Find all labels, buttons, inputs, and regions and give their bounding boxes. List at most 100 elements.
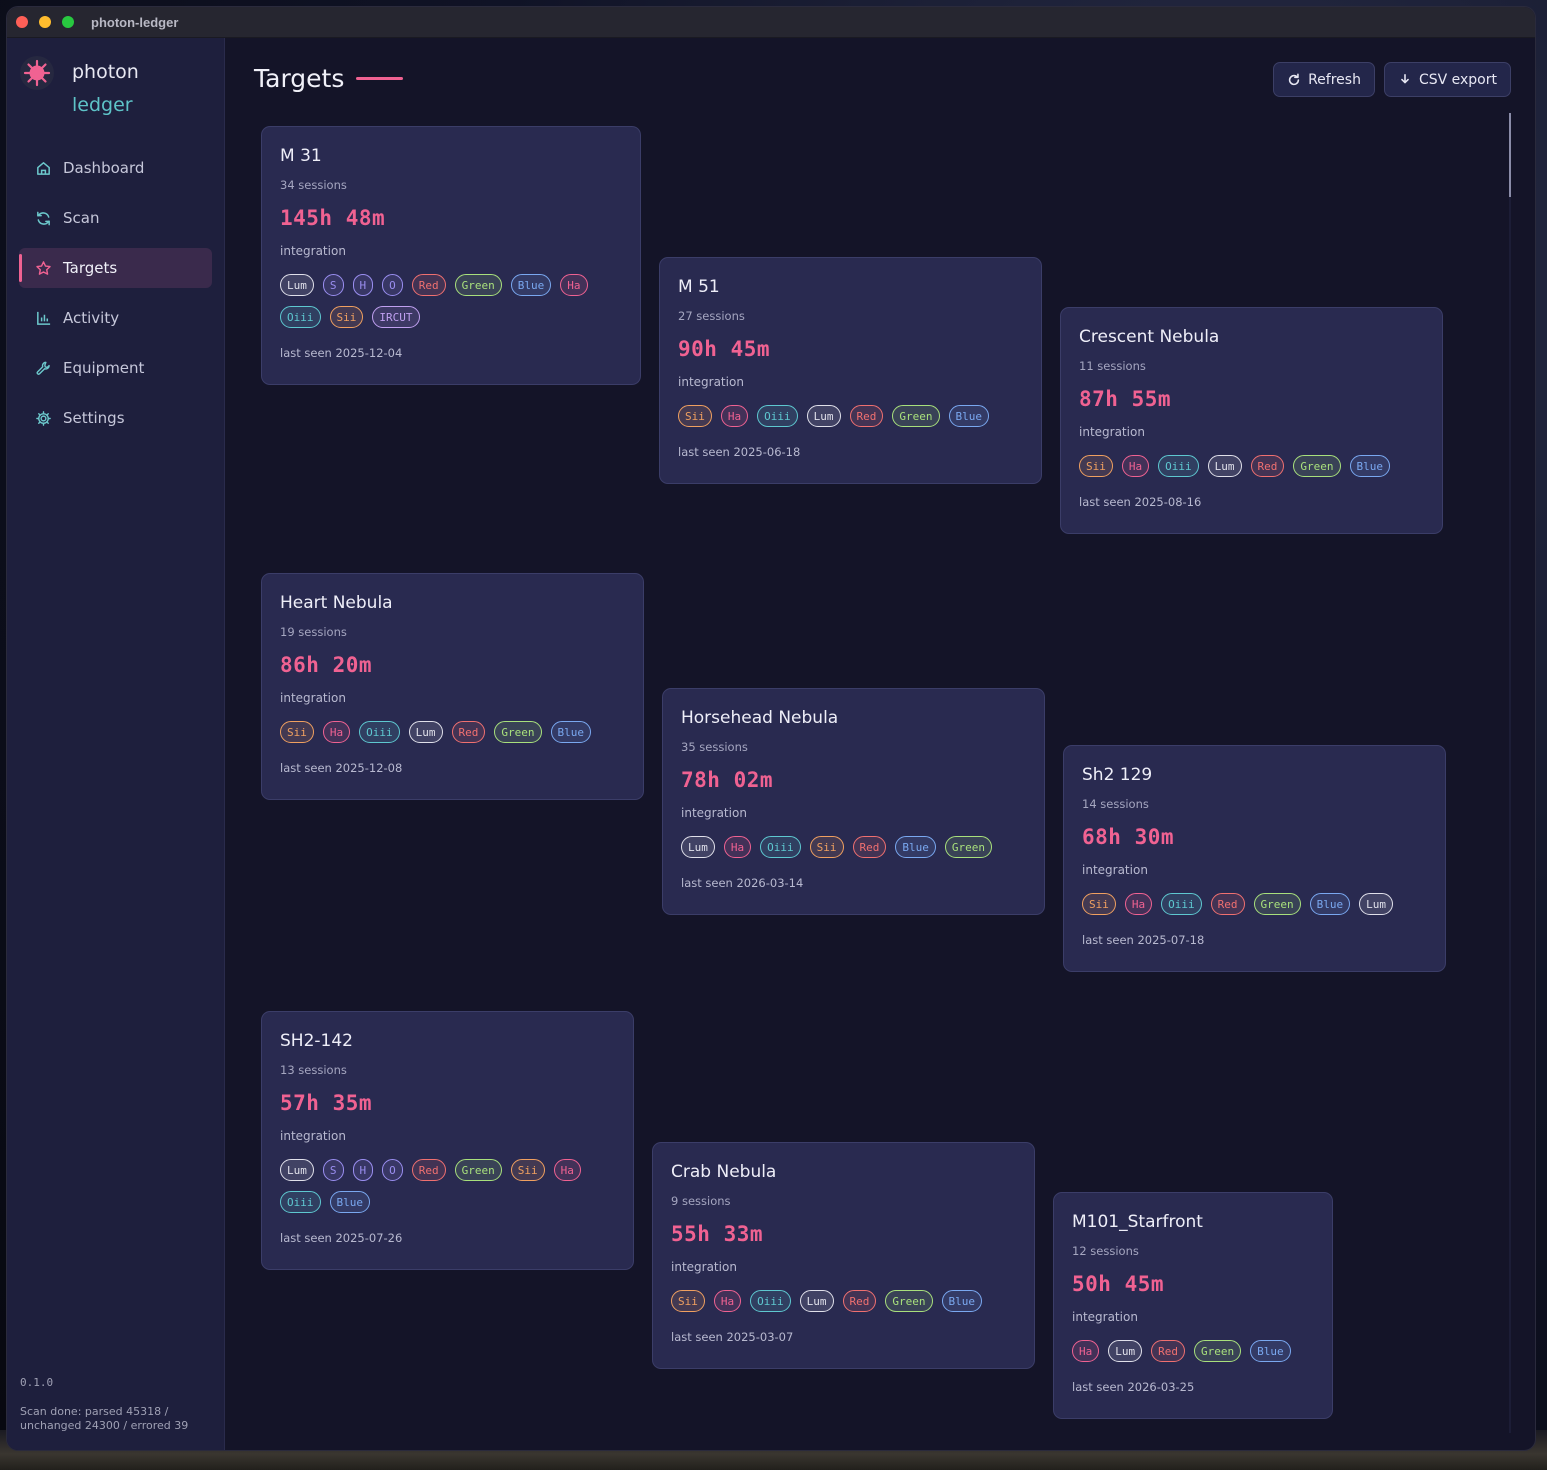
refresh-icon [37, 211, 50, 225]
target-name: Crescent Nebula [1079, 327, 1220, 347]
target-name: Horsehead Nebula [681, 708, 839, 728]
sidebar: photon ledger Dashboard Scan Targets Activi… [7, 38, 225, 1450]
session-count: 34 sessions [280, 178, 347, 192]
integration-label: integration [1072, 1310, 1138, 1324]
csv-export-button[interactable]: CSV export [1383, 62, 1511, 97]
filter-badge: Blue [1309, 893, 1351, 915]
session-count: 11 sessions [1079, 359, 1146, 373]
target-name: M101_Starfront [1072, 1212, 1203, 1232]
filter-badge: Green [494, 721, 542, 743]
filter-list: Lum S H O Red Green Blue Ha Oiii Sii IRCUT [280, 274, 622, 328]
filter-list: Lum Ha Oiii Sii Red Blue Green [681, 836, 1026, 858]
sidebar-item-label: Dashboard [63, 159, 145, 177]
integration-time: 86h 20m [280, 653, 373, 677]
session-count: 35 sessions [681, 740, 748, 754]
filter-badge: O [382, 1159, 403, 1181]
target-name: SH2-142 [280, 1031, 353, 1051]
sidebar-item-settings[interactable]: Settings [19, 398, 212, 438]
filter-badge: Red [411, 274, 446, 296]
filter-badge: Sii [809, 836, 844, 858]
last-seen: last seen 2025-03-07 [671, 1330, 794, 1344]
last-seen: last seen 2025-07-18 [1082, 933, 1205, 947]
filter-badge: Oiii [757, 405, 798, 427]
sidebar-item-dashboard[interactable]: Dashboard [19, 148, 212, 188]
scrollbar-thumb[interactable] [1509, 113, 1511, 197]
filter-badge: Lum [799, 1290, 834, 1312]
last-seen: last seen 2025-12-04 [280, 346, 403, 360]
target-card[interactable]: SH2-142 13 sessions 57h 35m integration Lum S… [261, 1011, 634, 1270]
home-icon [37, 161, 50, 175]
integration-label: integration [678, 375, 744, 389]
filter-badge: Blue [550, 721, 591, 743]
session-count: 12 sessions [1072, 1244, 1139, 1258]
integration-label: integration [280, 244, 346, 258]
target-card[interactable]: Heart Nebula 19 sessions 86h 20m integratio… [261, 573, 644, 800]
scrollbar[interactable] [1509, 113, 1511, 1433]
filter-badge: Ha [553, 1159, 581, 1181]
filter-badge: Oiii [750, 1290, 791, 1312]
zoom-window-button[interactable] [62, 16, 74, 28]
target-name: Heart Nebula [280, 593, 393, 613]
sidebar-item-equipment[interactable]: Equipment [19, 348, 212, 388]
filter-badge: H [352, 274, 374, 296]
filter-badge: Blue [329, 1191, 370, 1213]
refresh-icon [1288, 73, 1300, 85]
filter-badge: Red [411, 1159, 446, 1181]
filter-list: Sii Ha Oiii Lum Red Green Blue [1079, 455, 1424, 477]
integration-time: 50h 45m [1072, 1272, 1165, 1296]
gear-icon [36, 410, 51, 426]
filter-badge: Oiii [1161, 893, 1202, 915]
integration-time: 78h 02m [681, 768, 774, 792]
filter-badge: Sii [510, 1159, 545, 1181]
title-bar: photon-ledger [7, 7, 1535, 38]
filter-badge: Sii [678, 405, 712, 427]
filter-badge: Ha [1124, 893, 1153, 915]
sidebar-item-scan[interactable]: Scan [19, 198, 212, 238]
filter-badge: Green [944, 836, 992, 858]
sidebar-item-activity[interactable]: Activity [19, 298, 212, 338]
filter-badge: Lum [280, 1159, 314, 1181]
minimize-window-button[interactable] [39, 16, 51, 28]
filter-badge: Lum [408, 721, 443, 743]
filter-badge: H [352, 1159, 374, 1181]
sidebar-item-targets[interactable]: Targets [19, 248, 212, 288]
filter-badge: Sii [329, 306, 364, 328]
csv-export-label: CSV export [1418, 71, 1497, 88]
filter-list: Sii Ha Oiii Lum Red Green Blue [678, 405, 1023, 427]
integration-time: 68h 30m [1082, 825, 1175, 849]
target-card[interactable]: M 51 27 sessions 90h 45m integration Sii Ha Oi… [659, 257, 1042, 484]
session-count: 14 sessions [1082, 797, 1149, 811]
brand-name: photon [72, 61, 139, 83]
target-card[interactable]: Horsehead Nebula 35 sessions 78h 02m integr… [662, 688, 1045, 915]
sidebar-item-label: Settings [63, 409, 125, 427]
filter-badge: Sii [671, 1290, 705, 1312]
refresh-label: Refresh [1308, 71, 1361, 88]
target-card[interactable]: Sh2 129 14 sessions 68h 30m integration Sii H… [1063, 745, 1446, 972]
app-window: photon-ledger photon ledger Dashboard Sc… [6, 6, 1536, 1451]
close-window-button[interactable] [16, 16, 28, 28]
filter-badge: Oiii [1158, 455, 1199, 477]
target-card[interactable]: M 31 34 sessions 145h 48m integration Lum S H O… [261, 126, 641, 385]
filter-badge: Red [1151, 1340, 1185, 1362]
filter-badge: Lum [1359, 893, 1393, 915]
filter-badge: Red [842, 1290, 877, 1312]
integration-label: integration [280, 691, 346, 705]
sidebar-item-label: Activity [63, 309, 120, 327]
target-card[interactable]: M101_Starfront 12 sessions 50h 45m integrat… [1053, 1192, 1333, 1419]
filter-badge: Green [454, 1159, 502, 1181]
last-seen: last seen 2026-03-14 [681, 876, 804, 890]
sidebar-item-label: Scan [63, 209, 100, 227]
integration-time: 145h 48m [280, 206, 386, 230]
target-card[interactable]: Crab Nebula 9 sessions 55h 33m integration S… [652, 1142, 1035, 1369]
filter-badge: S [322, 1159, 344, 1181]
download-icon [1401, 73, 1409, 83]
filter-badge: Oiii [280, 306, 321, 328]
filter-badge: Red [1250, 455, 1285, 477]
filter-badge: Lum [1207, 455, 1242, 477]
target-card[interactable]: Crescent Nebula 11 sessions 87h 55m integra… [1060, 307, 1443, 534]
toolbar: Refresh CSV export [1273, 62, 1511, 97]
brand-subname: ledger [72, 94, 133, 116]
filter-badge: Ha [720, 405, 749, 427]
refresh-button[interactable]: Refresh [1273, 62, 1375, 97]
target-name: M 51 [678, 277, 720, 297]
